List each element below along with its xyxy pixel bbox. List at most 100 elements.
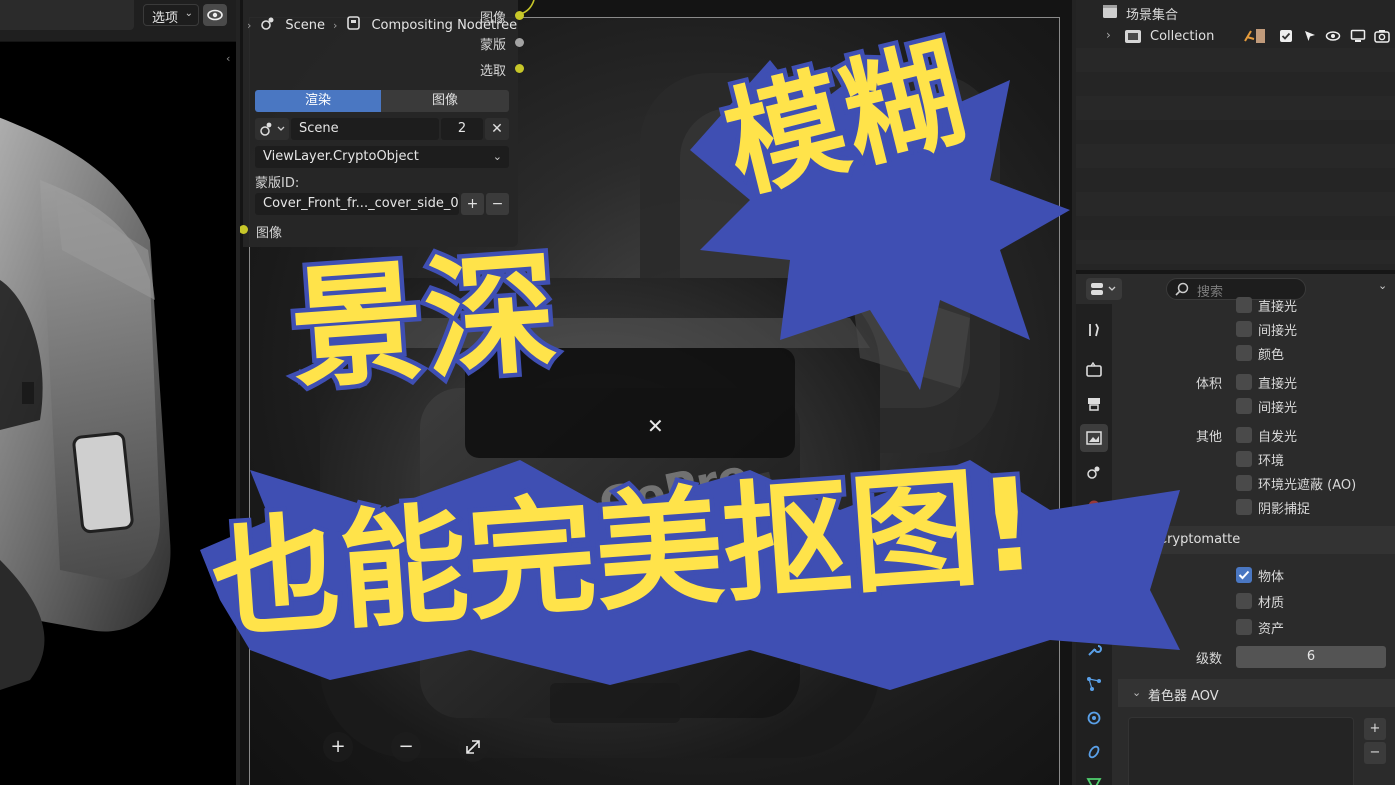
output-pick-label: 选取 [480, 64, 507, 79]
outliner-collection-row[interactable]: › Collection [1076, 24, 1395, 50]
output-icon[interactable] [1080, 390, 1108, 418]
options-label: 选项 [152, 11, 179, 26]
scene-name-field[interactable]: Scene [291, 118, 439, 140]
select-arrow-icon[interactable] [1303, 29, 1317, 47]
layer-select-dropdown[interactable]: ViewLayer.CryptoObject ⌄ [255, 146, 509, 168]
armature-icon [1242, 27, 1272, 49]
levels-field[interactable]: 6 [1236, 646, 1386, 668]
output-image-label: 图像 [480, 11, 507, 26]
zoom-in-button[interactable]: + [323, 732, 353, 762]
pass-row[interactable]: 间接光 [1118, 395, 1395, 417]
pass-checkbox[interactable] [1236, 451, 1252, 467]
pass-row[interactable]: 间接光 [1118, 318, 1395, 340]
pass-checkbox[interactable] [1236, 475, 1252, 491]
monitor-icon[interactable] [1350, 29, 1366, 47]
scene-collection-icon [1102, 4, 1118, 24]
breadcrumb-separator-icon: › [333, 18, 338, 32]
collection-label: Collection [1150, 29, 1215, 44]
pass-checkbox[interactable] [1236, 374, 1252, 390]
unlink-scene-close-icon[interactable]: ✕ [485, 118, 509, 140]
outliner-scene-collection-row[interactable]: 场景集合 [1076, 0, 1395, 24]
scene-icon [259, 14, 277, 36]
pass-label: 间接光 [1258, 324, 1298, 339]
scene-collection-label: 场景集合 [1126, 8, 1179, 23]
collection-icon [1124, 27, 1142, 49]
scene-selector-row: Scene 2 ✕ [255, 118, 509, 140]
scene-users-count[interactable]: 2 [441, 118, 483, 140]
layer-selector-row: ViewLayer.CryptoObject ⌄ [255, 146, 509, 168]
pass-checkbox[interactable] [1236, 321, 1252, 337]
pass-row[interactable]: 颜色 [1118, 342, 1395, 364]
breadcrumb-scene[interactable]: Scene [285, 18, 325, 33]
matte-id-label: 蒙版ID: [255, 176, 300, 191]
crypto-asset-label: 资产 [1258, 622, 1285, 637]
pass-row[interactable]: 体积 直接光 [1118, 371, 1395, 393]
image-input-label: 图像 [256, 226, 283, 241]
pass-row[interactable]: 其他 自发光 [1118, 424, 1395, 446]
pass-label: 直接光 [1258, 300, 1298, 315]
pass-label: 环境光遮蔽 (AO) [1258, 478, 1357, 493]
fit-view-icon[interactable] [458, 732, 488, 762]
output-matte-socket[interactable] [515, 38, 524, 47]
pass-group-label: 体积 [1195, 377, 1222, 392]
output-pick-socket[interactable] [515, 64, 524, 73]
editor-type-button[interactable] [1086, 278, 1122, 300]
expand-arrow-icon[interactable]: › [1106, 28, 1111, 42]
constraint-icon[interactable] [1080, 738, 1108, 766]
add-aov-plus-icon[interactable]: + [1364, 718, 1386, 740]
chevron-down-icon[interactable]: ⌄ [1378, 279, 1387, 292]
header-menu-area [0, 0, 134, 30]
eye-icon[interactable] [1325, 29, 1341, 47]
pass-checkbox[interactable] [1236, 427, 1252, 443]
options-dropdown[interactable]: 选项 ⌄ [143, 4, 199, 26]
tool-icon[interactable] [1080, 316, 1108, 344]
pass-label: 直接光 [1258, 377, 1298, 392]
tab-render[interactable]: 渲染 [255, 90, 381, 112]
source-tabs: 渲染 图像 [255, 90, 509, 112]
render-icon[interactable] [1080, 356, 1108, 384]
backdrop-center-cross-icon: ✕ [647, 414, 664, 438]
view-layer-icon[interactable] [1080, 424, 1108, 452]
crypto-material-label: 材质 [1258, 596, 1285, 611]
output-matte-label: 蒙版 [480, 38, 507, 53]
overlay-title-dof: 景深 [281, 231, 568, 412]
chevron-down-icon: ⌄ [492, 150, 502, 163]
crypto-object-checkbox[interactable] [1236, 567, 1252, 583]
pass-label: 阴影捕捉 [1258, 502, 1311, 517]
mesh-data-icon[interactable] [1080, 770, 1108, 785]
pass-checkbox[interactable] [1236, 499, 1252, 515]
layer-select-value: ViewLayer.CryptoObject [263, 149, 419, 164]
eye-icon[interactable] [203, 4, 227, 26]
breadcrumb-toggle-icon[interactable]: › [247, 19, 251, 32]
scene-browse-button[interactable] [255, 118, 289, 140]
viewport-header: 选项 ⌄ [0, 0, 236, 42]
collapse-arrow-icon[interactable]: ‹ [226, 52, 230, 65]
crypto-object-label: 物体 [1258, 570, 1285, 585]
crypto-material-checkbox[interactable] [1236, 593, 1252, 609]
pass-checkbox[interactable] [1236, 297, 1252, 313]
aov-list[interactable] [1128, 717, 1354, 785]
pass-label: 颜色 [1258, 348, 1285, 363]
camera-render-icon[interactable] [1374, 29, 1390, 47]
breadcrumb: › Scene › Compositing Nodetree [243, 10, 517, 40]
crypto-asset-checkbox[interactable] [1236, 619, 1252, 635]
pass-label: 环境 [1258, 454, 1285, 469]
chevron-down-icon: ⌄ [184, 8, 193, 19]
pass-label: 自发光 [1258, 430, 1298, 445]
checkbox-icon[interactable] [1279, 29, 1293, 47]
matte-id-field[interactable]: Cover_Front_fr..._cover_side_0 [255, 193, 459, 215]
pass-row[interactable]: 直接光 [1118, 294, 1395, 316]
node-link-wire [519, 0, 535, 15]
pass-group-label: 其他 [1195, 430, 1222, 445]
pass-checkbox[interactable] [1236, 345, 1252, 361]
outliner[interactable]: 场景集合 › Collection [1076, 0, 1395, 270]
nodetree-icon [345, 14, 363, 36]
physics-icon[interactable] [1080, 704, 1108, 732]
image-input-socket[interactable] [240, 225, 248, 234]
pass-label: 间接光 [1258, 401, 1298, 416]
cryptomatte-node[interactable]: › Scene › Compositing Nodetree 渲染 图像 Sce… [240, 0, 518, 247]
pass-checkbox[interactable] [1236, 398, 1252, 414]
zoom-out-button[interactable]: − [391, 732, 421, 762]
remove-aov-minus-icon[interactable]: − [1364, 742, 1386, 764]
tab-image[interactable]: 图像 [381, 90, 509, 112]
